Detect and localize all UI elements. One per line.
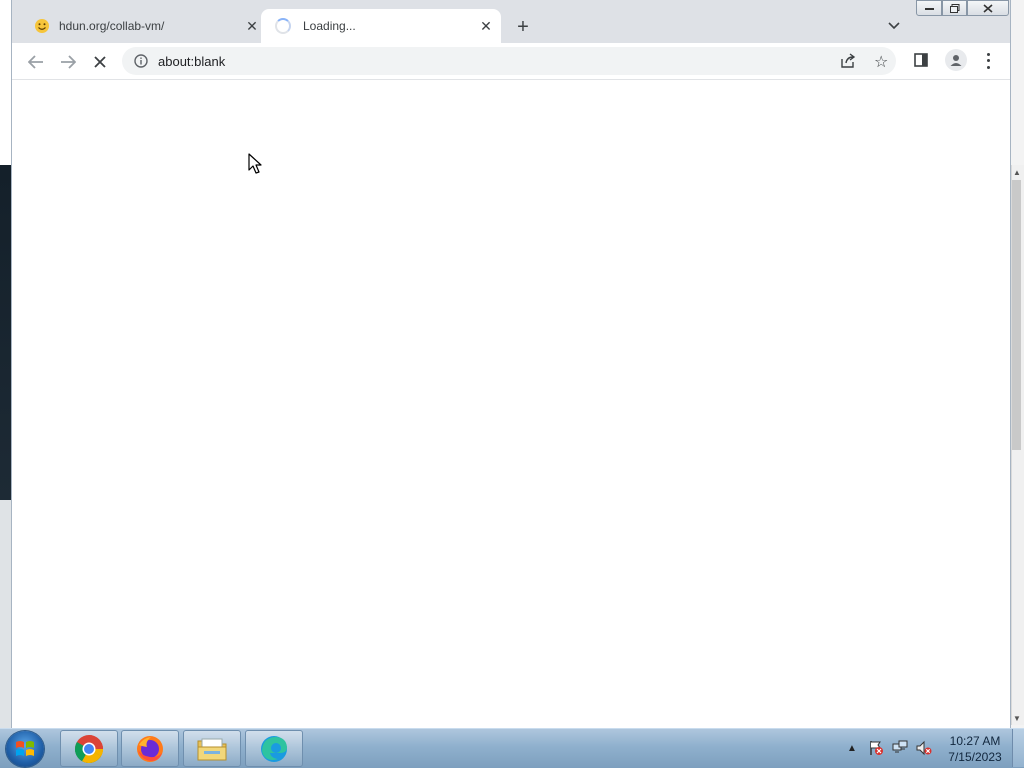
scroll-up-icon[interactable]: ▲: [1013, 168, 1021, 177]
show-hidden-icons-icon[interactable]: ▲: [842, 738, 862, 758]
minimize-button[interactable]: [916, 0, 942, 16]
side-panel-icon[interactable]: [914, 53, 928, 72]
tab-title: Loading...: [303, 19, 356, 33]
taskbar-explorer[interactable]: [183, 730, 241, 767]
taskbar: ▲ 10:27 AM 7/15/2023: [0, 728, 1024, 768]
network-icon[interactable]: [890, 738, 910, 758]
share-icon[interactable]: [840, 53, 856, 74]
windows-logo-icon: [16, 741, 34, 756]
window-controls: [916, 0, 1009, 18]
back-button[interactable]: [22, 48, 50, 76]
forward-icon: [61, 55, 76, 69]
restore-button[interactable]: [942, 0, 967, 16]
show-desktop-button[interactable]: [1012, 729, 1024, 767]
tab-loading[interactable]: Loading... ✕: [261, 9, 501, 43]
address-bar[interactable]: about:blank: [122, 47, 896, 75]
tab-hdun[interactable]: hdun.org/collab-vm/ ✕: [22, 9, 267, 43]
close-tab-icon[interactable]: ✕: [243, 17, 261, 35]
star-icon[interactable]: ☆: [874, 52, 888, 72]
page-content[interactable]: [12, 80, 1010, 728]
info-icon[interactable]: [133, 53, 149, 69]
background-scrollbar-thumb[interactable]: [1012, 180, 1021, 450]
stop-icon: [94, 56, 106, 68]
forward-button[interactable]: [54, 48, 82, 76]
stop-loading-button[interactable]: [86, 48, 114, 76]
new-tab-button[interactable]: +: [510, 14, 536, 40]
menu-icon[interactable]: [980, 51, 996, 71]
profile-icon[interactable]: [945, 49, 967, 71]
clock-time: 10:27 AM: [949, 734, 1001, 748]
back-icon: [28, 55, 43, 69]
scroll-down-icon[interactable]: ▼: [1013, 714, 1021, 723]
mouse-cursor-icon: [248, 153, 262, 174]
folder-icon: [197, 738, 227, 760]
tab-search-chevron-icon[interactable]: [884, 16, 904, 36]
chrome-icon: [75, 734, 103, 763]
browser-window: hdun.org/collab-vm/ ✕ Loading... ✕ + abo…: [12, 0, 1010, 728]
firefox-icon: [137, 735, 163, 762]
close-window-button[interactable]: [967, 0, 1009, 16]
background-window-edge: ▲ ▼: [1010, 0, 1024, 728]
tab-title: hdun.org/collab-vm/: [59, 19, 165, 33]
tab-strip: hdun.org/collab-vm/ ✕ Loading... ✕ +: [12, 0, 1010, 43]
action-center-icon[interactable]: [866, 738, 886, 758]
close-tab-icon[interactable]: ✕: [477, 17, 495, 35]
taskbar-chrome[interactable]: [60, 730, 118, 767]
desktop-background: [0, 0, 12, 728]
smiley-favicon-icon: [35, 19, 49, 33]
taskbar-firefox[interactable]: [121, 730, 179, 767]
edge-icon: [261, 735, 287, 762]
system-clock[interactable]: 10:27 AM 7/15/2023: [940, 733, 1010, 765]
start-button[interactable]: [6, 731, 44, 767]
taskbar-edge[interactable]: [245, 730, 303, 767]
browser-toolbar: about:blank ☆: [12, 43, 1010, 80]
url-text[interactable]: about:blank: [158, 54, 225, 69]
system-tray: ▲: [842, 729, 938, 767]
volume-muted-icon[interactable]: [914, 738, 934, 758]
clock-date: 7/15/2023: [948, 750, 1002, 764]
loading-spinner-icon: [275, 18, 291, 34]
